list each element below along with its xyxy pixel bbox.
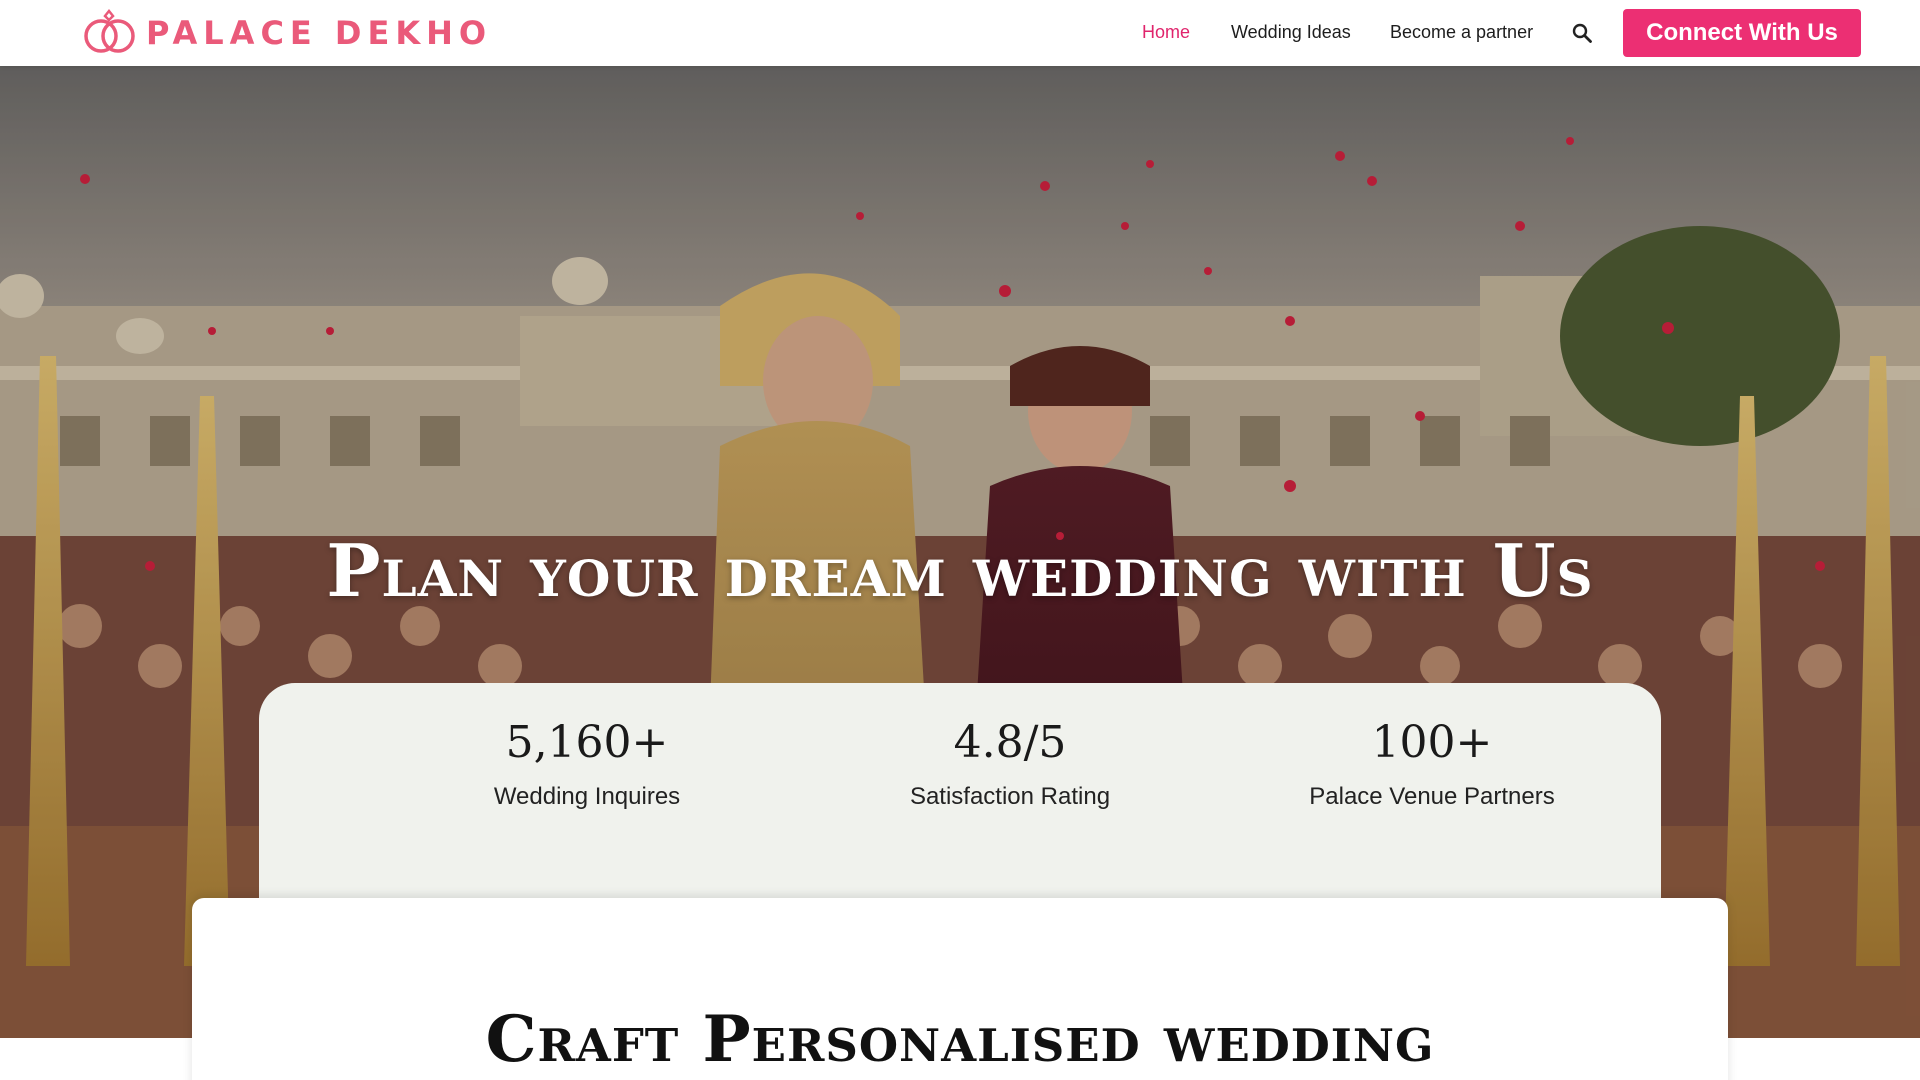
site-header: PALACE DEKHO Home Wedding Ideas Become a… [0, 0, 1920, 66]
stat-wedding-inquiries: 5,160+ Wedding Inquires [377, 715, 797, 811]
craft-section-title: Craft Personalised wedding [485, 1002, 1435, 1077]
stat-label: Palace Venue Partners [1309, 783, 1555, 810]
stat-label: Satisfaction Rating [909, 783, 1111, 810]
wedding-rings-icon [84, 8, 135, 53]
stat-label: Wedding Inquires [493, 783, 681, 810]
hero-title: Plan your dream wedding with Us [326, 528, 1594, 613]
nav-become-partner[interactable]: Become a partner [1390, 22, 1533, 43]
stat-value: 4.8/5 [953, 717, 1067, 768]
stat-venue-partners: 100+ Palace Venue Partners [1222, 715, 1642, 811]
stat-value: 5,160+ [505, 717, 669, 768]
nav-home[interactable]: Home [1142, 22, 1190, 43]
brand-name: PALACE DEKHO [146, 14, 493, 52]
connect-with-us-button[interactable]: Connect With Us [1623, 9, 1861, 57]
stat-satisfaction-rating: 4.8/5 Satisfaction Rating [800, 715, 1220, 811]
brand-logo[interactable]: PALACE DEKHO [82, 8, 492, 58]
stat-value: 100+ [1371, 717, 1493, 768]
search-icon[interactable] [1571, 22, 1593, 44]
craft-section-card: Craft Personalised wedding [192, 898, 1728, 1080]
nav-wedding-ideas[interactable]: Wedding Ideas [1231, 22, 1351, 43]
stats-card: 5,160+ Wedding Inquires 4.8/5 Satisfacti… [259, 683, 1661, 923]
